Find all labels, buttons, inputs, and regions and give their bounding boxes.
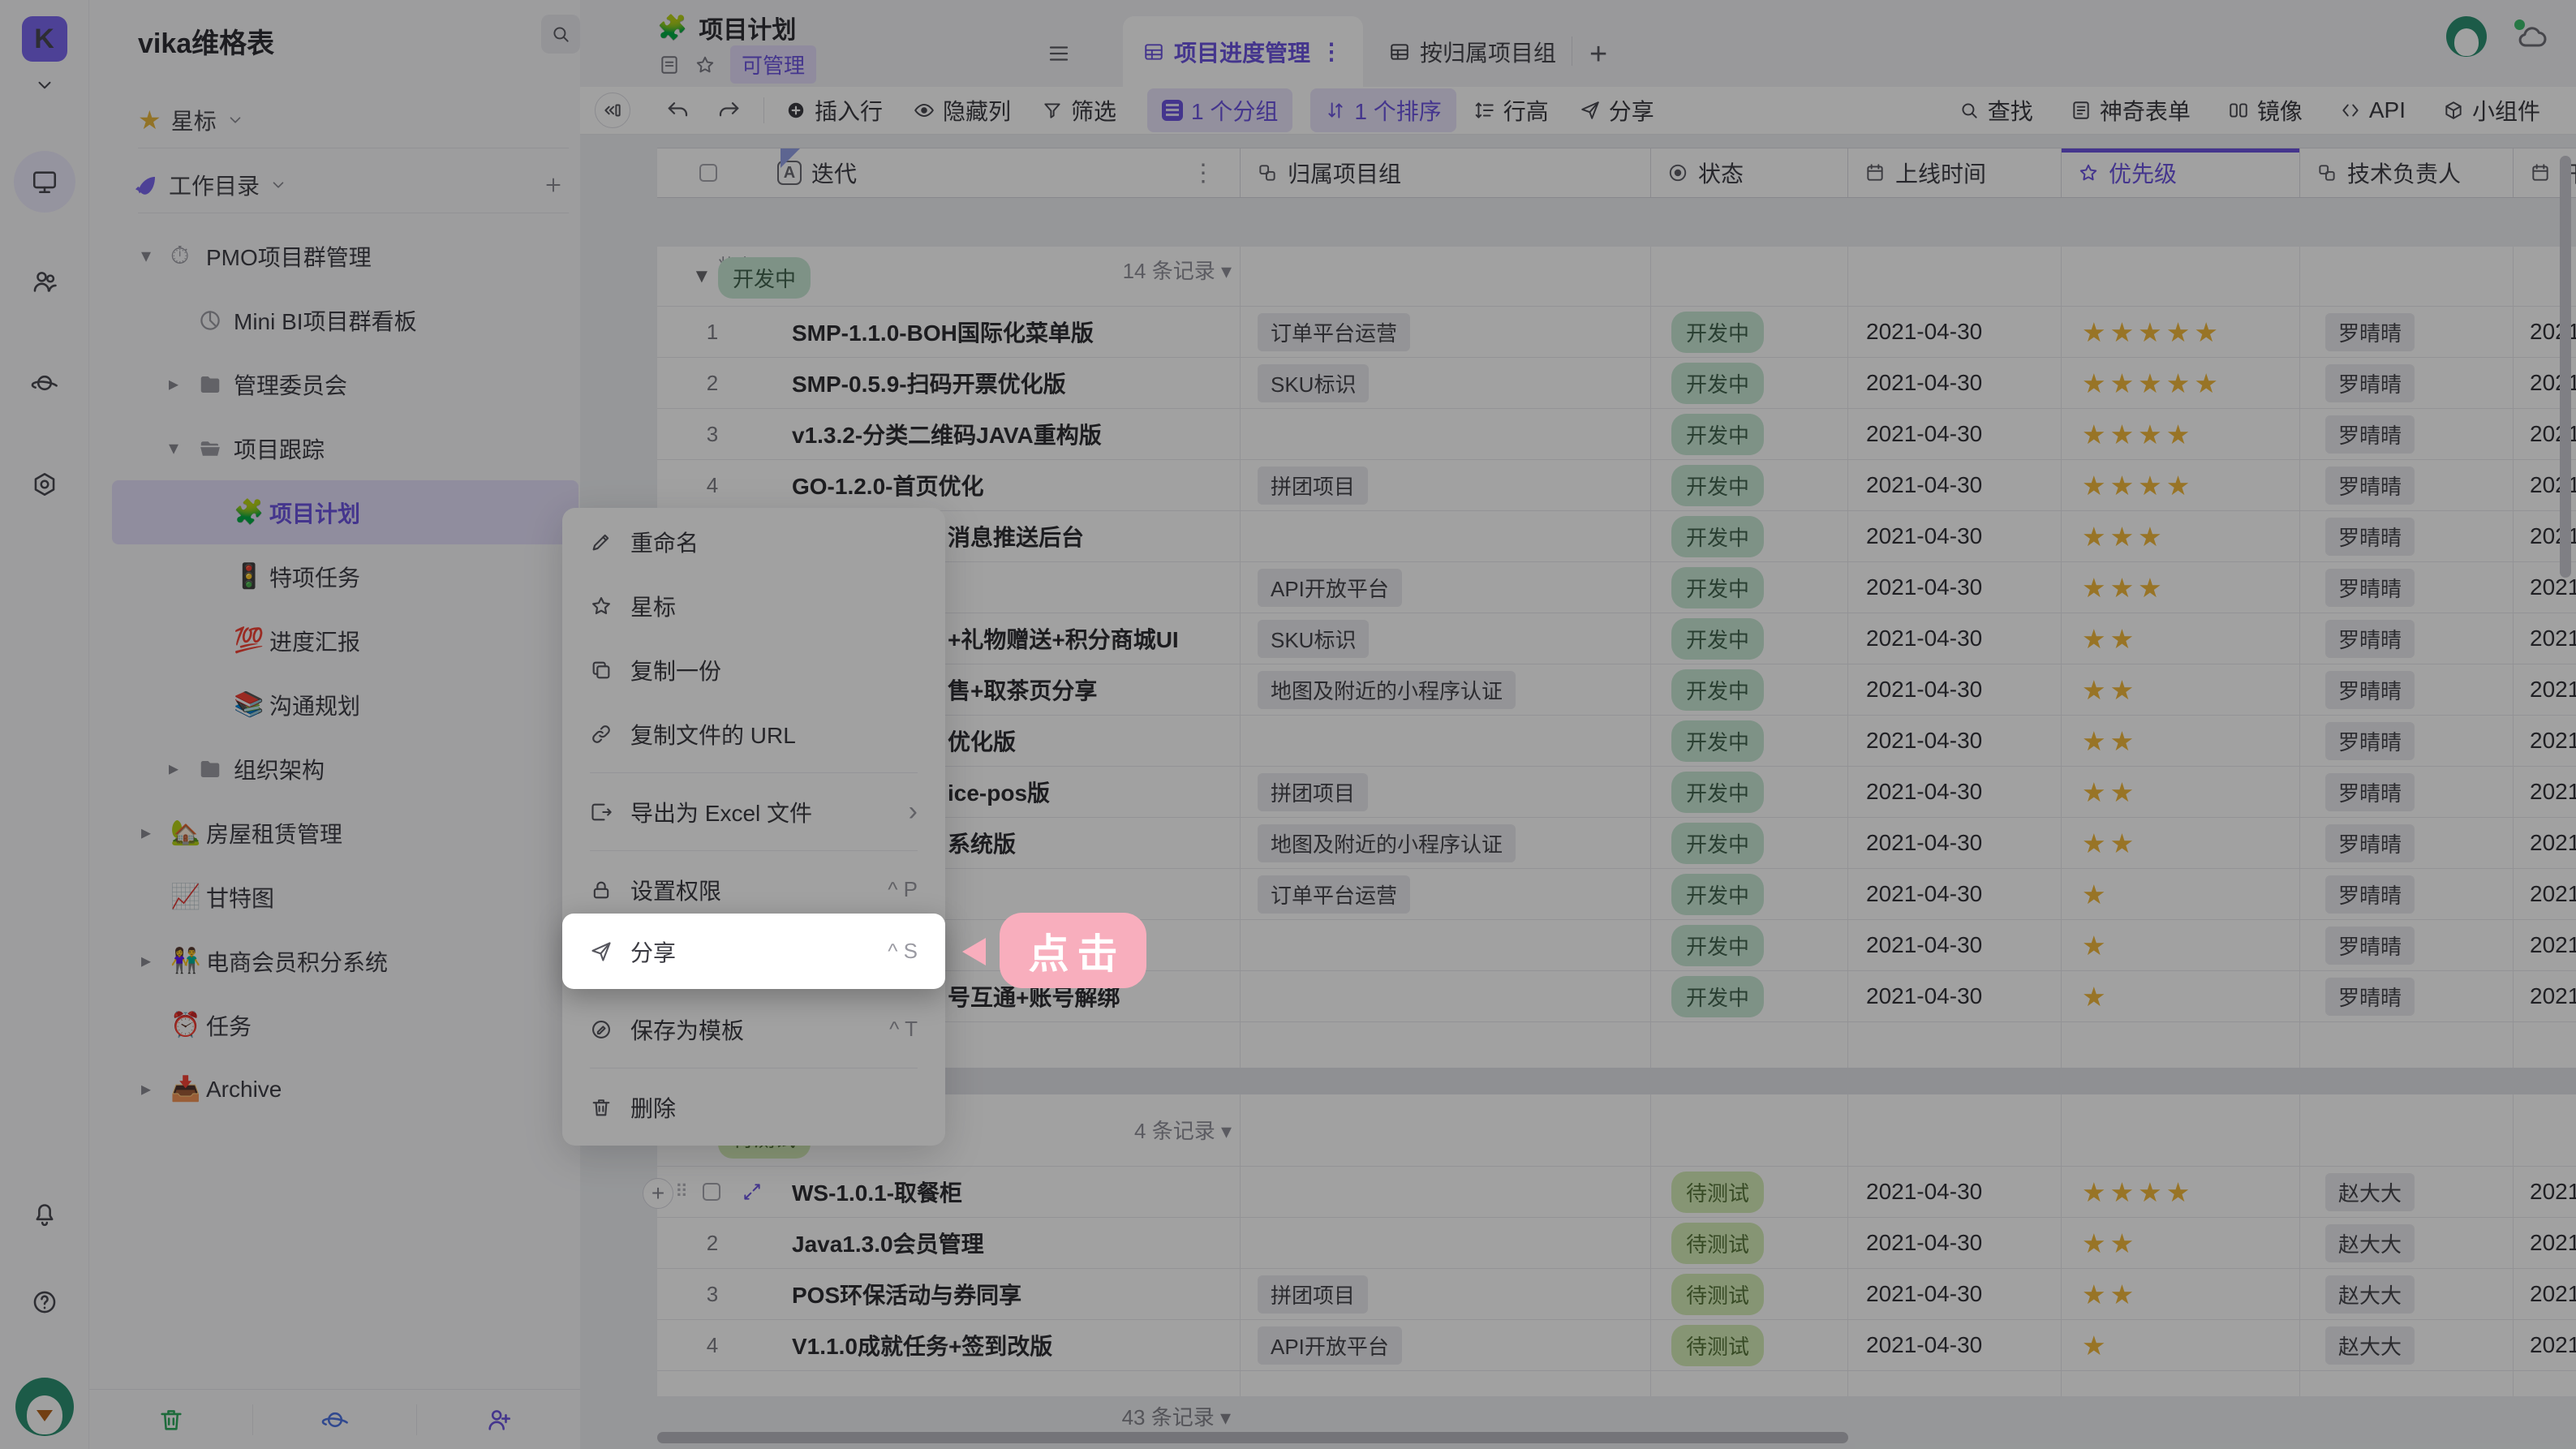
vika-app: K vika维格表 ★ 星标 工作目录 ▾ ⏱ PMO项目群管理 Mini BI项目群… xyxy=(0,0,2576,1449)
menu-item-share-highlighted[interactable]: 分享 ^ S xyxy=(562,914,945,989)
share-label: 分享 xyxy=(630,939,677,965)
click-callout-badge: 点击 xyxy=(1000,913,1146,988)
share-shortcut: ^ S xyxy=(888,939,918,963)
callout-arrow xyxy=(962,938,986,965)
paper-plane-icon xyxy=(590,940,613,963)
tutorial-dim-overlay xyxy=(0,0,2576,1449)
